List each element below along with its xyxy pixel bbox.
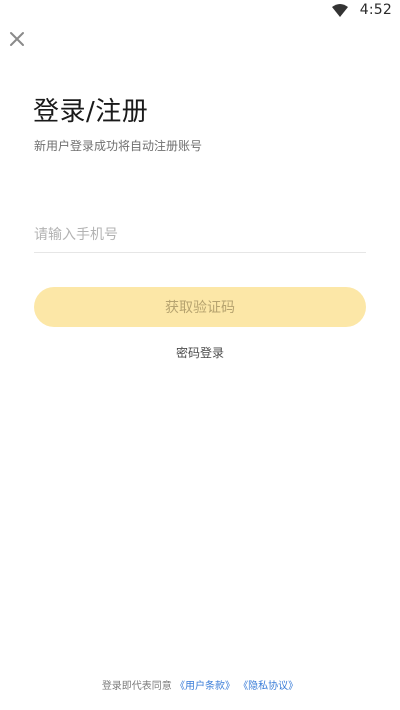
terms-link[interactable]: 《用户条款》 [175, 681, 235, 692]
privacy-link[interactable]: 《隐私协议》 [238, 681, 298, 692]
close-button[interactable] [6, 28, 28, 50]
status-time: 4:52 [359, 2, 392, 18]
password-login-link[interactable]: 密码登录 [0, 344, 400, 361]
phone-input[interactable] [34, 218, 366, 253]
close-icon [10, 32, 24, 46]
login-screen: 4:52 登录/注册 新用户登录成功将自动注册账号 获取验证码 密码登录 登录即… [0, 0, 400, 710]
status-bar: 4:52 [0, 0, 400, 22]
agreement-prefix: 登录即代表同意 [101, 681, 172, 692]
wifi-icon [332, 4, 348, 17]
page-subtitle: 新用户登录成功将自动注册账号 [34, 139, 203, 153]
get-code-button[interactable]: 获取验证码 [34, 287, 366, 327]
agreement-text: 登录即代表同意 《用户条款》 《隐私协议》 [0, 677, 400, 692]
page-title: 登录/注册 [33, 97, 149, 127]
